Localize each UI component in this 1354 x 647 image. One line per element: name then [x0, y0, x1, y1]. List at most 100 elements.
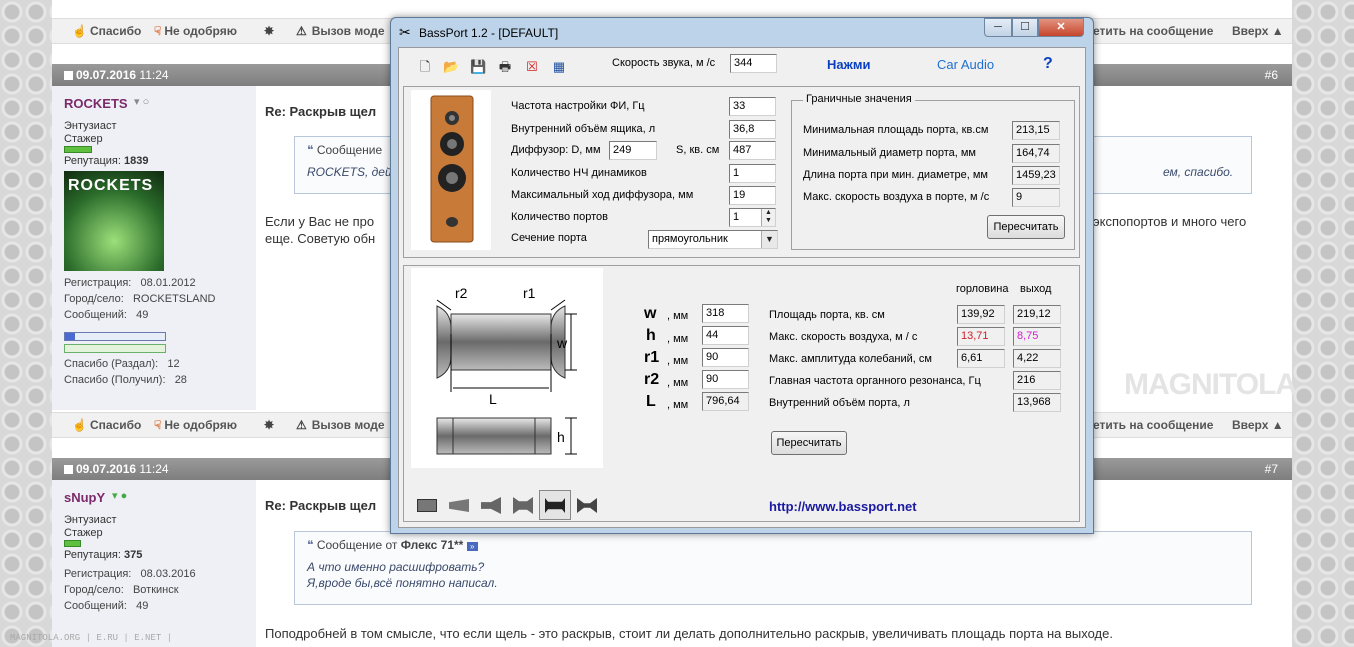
user-rank: Энтузиаст	[64, 514, 117, 526]
open-folder-icon[interactable]: 📂	[443, 59, 459, 75]
up-button[interactable]: Вверх ▲	[1232, 418, 1284, 432]
port-height-input[interactable]: 44	[702, 326, 749, 345]
user-menu-icon[interactable]: ▾ ●	[112, 490, 127, 503]
recalc-port-button[interactable]: Пересчитать	[771, 431, 847, 455]
help-button[interactable]: ?	[1043, 55, 1053, 73]
disapprove-button[interactable]: ☟ Не одобряю	[154, 24, 237, 38]
website-link[interactable]: http://www.bassport.net	[769, 499, 917, 514]
thanks-button[interactable]: ☝ Спасибо	[72, 24, 141, 38]
window-client: 🗋 📂 💾 🖶 ☒ ▦ Скорость звука, м /с 344 Наж…	[398, 47, 1086, 528]
drivers-label: Количество НЧ динамиков	[511, 167, 647, 179]
amplitude-label: Макс. амплитуда колебаний, см	[769, 353, 932, 365]
max-speed-label: Макс. скорость воздуха в порте, м /с	[803, 191, 990, 203]
recalc-limits-button[interactable]: Пересчитать	[987, 215, 1065, 239]
save-icon[interactable]: 💾	[470, 59, 486, 75]
disapprove-button[interactable]: ☟ Не одобряю	[154, 418, 237, 432]
quote-header: ❝ Сообщение от Флекс 71** »	[307, 538, 478, 552]
organ-resonance-label: Главная частота органного резонанса, Гц	[769, 375, 981, 387]
quote-icon: ❝	[307, 538, 314, 552]
w-letter: w	[644, 305, 657, 322]
delete-icon[interactable]: ☒	[524, 59, 540, 75]
xmax-label: Максимальный ход диффузора, мм	[511, 189, 694, 201]
gear-action-button[interactable]: ✸	[264, 24, 279, 38]
quote-text: А что именно расшифровать?	[307, 560, 485, 574]
print-icon[interactable]: 🖶	[497, 59, 513, 75]
h-letter: h	[646, 327, 656, 344]
r2-input[interactable]: 90	[702, 370, 749, 389]
new-file-icon[interactable]: 🗋	[417, 59, 433, 75]
maximize-button[interactable]: ☐	[1012, 18, 1038, 37]
air-speed-label: Макс. скорость воздуха, м / с	[769, 331, 918, 343]
avatar[interactable]: ROCKETS	[64, 171, 164, 271]
speaker-image	[411, 90, 491, 250]
post-number[interactable]: #6	[1265, 68, 1278, 82]
sound-speed-input[interactable]: 344	[730, 54, 777, 73]
thanks-button[interactable]: ☝ Спасибо	[72, 418, 141, 432]
svg-text:r2: r2	[455, 285, 468, 301]
tuning-input[interactable]: 33	[729, 97, 776, 116]
reply-button[interactable]: етить на сообщение	[1093, 418, 1213, 432]
amplitude-throat-value: 6,61	[957, 349, 1005, 368]
port-area-label: Площадь порта, кв. см	[769, 309, 885, 321]
reputation: Репутация: 375	[64, 549, 143, 561]
xmax-input[interactable]: 19	[729, 186, 776, 205]
port-volume-label: Внутренний объём порта, л	[769, 397, 910, 409]
up-button[interactable]: Вверх ▲	[1232, 24, 1284, 38]
section-label: Сечение порта	[511, 232, 587, 244]
min-diameter-label: Минимальный диаметр порта, мм	[803, 147, 976, 159]
svg-text:w: w	[556, 335, 568, 351]
l-unit: , мм	[667, 399, 689, 411]
area-throat-value: 139,92	[957, 305, 1005, 324]
r1-input[interactable]: 90	[702, 348, 749, 367]
max-speed-value: 9	[1012, 188, 1060, 207]
call-moderator-button[interactable]: ⚠ Вызов моде	[296, 418, 385, 432]
post-icon	[64, 71, 73, 80]
minimize-button[interactable]: ─	[984, 18, 1012, 37]
svg-text:h: h	[557, 429, 565, 445]
background-pattern-left	[0, 0, 52, 647]
chevron-down-icon[interactable]: ▼	[761, 231, 777, 248]
gear-action-button[interactable]: ✸	[264, 418, 279, 432]
footer-watermark: MAGNITOLA.ORG | E.RU | E.NET |	[10, 633, 173, 643]
r1-unit: , мм	[667, 355, 689, 367]
call-moderator-button[interactable]: ⚠ Вызов моде	[296, 24, 385, 38]
view-post-icon[interactable]: »	[466, 542, 478, 551]
thumb-down-icon: ☟	[154, 24, 162, 38]
area-input[interactable]: 487	[729, 141, 776, 160]
message-count: Сообщений: 49	[64, 309, 149, 321]
volume-input[interactable]: 36,8	[729, 120, 776, 139]
min-diameter-value: 164,74	[1012, 144, 1060, 163]
post-text: Если у Вас не про	[265, 214, 375, 229]
username[interactable]: ROCKETS	[64, 96, 128, 111]
tools-icon: ✂	[399, 24, 411, 40]
post-text-line2: еще. Советую обн	[265, 231, 376, 246]
thumb-down-icon: ☟	[154, 418, 162, 432]
car-audio-link[interactable]: Car Audio	[937, 57, 994, 72]
drivers-input[interactable]: 1	[729, 164, 776, 183]
section-select[interactable]: прямоугольник	[648, 230, 778, 249]
straight-port-icon[interactable]	[417, 499, 437, 512]
r2-unit: , мм	[667, 377, 689, 389]
reply-button[interactable]: етить на сообщение	[1093, 24, 1213, 38]
port-diagram: r2 r1 w L h	[411, 268, 603, 468]
w-unit: , мм	[667, 310, 689, 322]
city: Город/село: Воткинск	[64, 584, 179, 596]
spinner-arrows-icon[interactable]: ▲ ▼	[761, 209, 775, 226]
user-menu-icon[interactable]: ▾ ○	[134, 96, 149, 109]
min-area-value: 213,15	[1012, 121, 1060, 140]
window-title: BassPort 1.2 - [DEFAULT]	[419, 26, 559, 40]
close-button[interactable]: ✕	[1038, 18, 1084, 37]
window-titlebar[interactable]: ✂ BassPort 1.2 - [DEFAULT] ─ ☐ ✕	[391, 18, 1093, 46]
area-label: S, кв. см	[676, 144, 720, 156]
calculator-icon[interactable]: ▦	[551, 59, 567, 75]
diffuser-input[interactable]: 249	[609, 141, 657, 160]
quote-header: ❝ Сообщение	[307, 143, 383, 157]
reputation: Репутация: 1839	[64, 155, 149, 167]
message-count: Сообщений: 49	[64, 600, 149, 612]
warning-icon: ⚠	[296, 24, 307, 38]
post-icon	[64, 465, 73, 474]
press-link[interactable]: Нажми	[827, 57, 870, 72]
post-number[interactable]: #7	[1265, 462, 1278, 476]
port-width-input[interactable]: 318	[702, 304, 749, 323]
username[interactable]: sNupY	[64, 490, 105, 505]
